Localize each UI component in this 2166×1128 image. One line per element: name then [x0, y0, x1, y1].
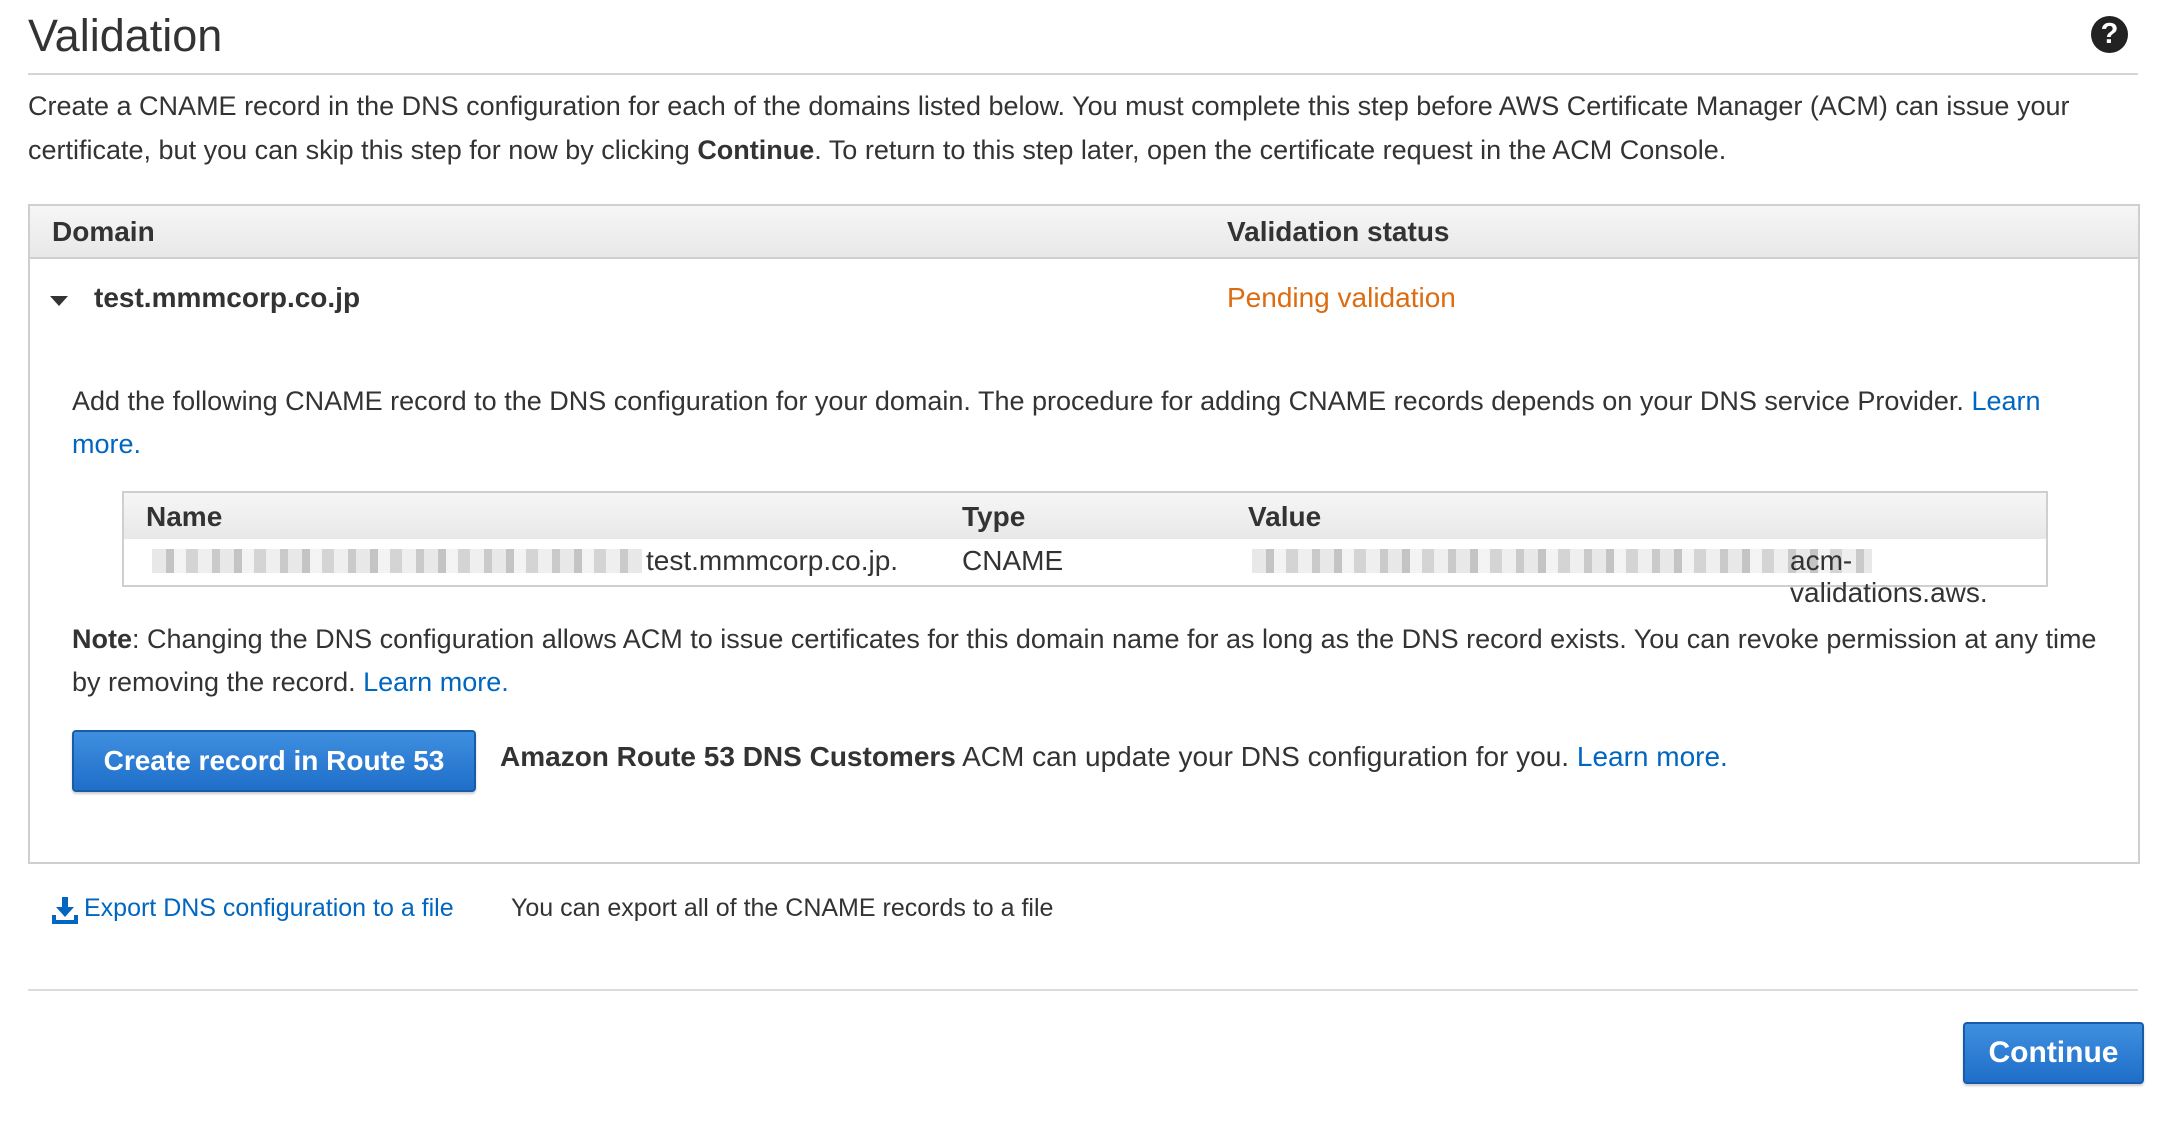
- column-header-type: Type: [962, 501, 1026, 532]
- intro-text-after: . To return to this step later, open the…: [814, 135, 1727, 165]
- route53-text: ACM can update your DNS configuration fo…: [955, 741, 1577, 772]
- redacted-value-prefix: [1252, 549, 1872, 573]
- route53-info: Amazon Route 53 DNS Customers ACM can up…: [500, 741, 1728, 773]
- intro-text: Create a CNAME record in the DNS configu…: [28, 84, 2138, 172]
- cname-type-value: CNAME: [962, 545, 1064, 576]
- download-icon[interactable]: [50, 895, 80, 925]
- export-dns-link[interactable]: Export DNS configuration to a file: [84, 894, 454, 923]
- note-learn-more-link[interactable]: Learn more.: [363, 667, 509, 697]
- column-header-validation-status: Validation status: [1227, 216, 1450, 247]
- create-record-route53-button[interactable]: Create record in Route 53: [72, 730, 476, 792]
- cname-instructions-text: Add the following CNAME record to the DN…: [72, 386, 1972, 416]
- route53-bold: Amazon Route 53 DNS Customers: [500, 741, 956, 772]
- export-description: You can export all of the CNAME records …: [511, 894, 1054, 922]
- column-header-name: Name: [146, 501, 223, 532]
- route53-learn-more-link[interactable]: Learn more.: [1577, 741, 1728, 772]
- question-circle-icon[interactable]: ?: [2091, 16, 2128, 53]
- footer-divider: [28, 989, 2138, 991]
- domain-name[interactable]: test.mmmcorp.co.jp: [94, 282, 360, 314]
- cname-name-value: test.mmmcorp.co.jp.: [646, 545, 899, 576]
- cname-table-header: Name Type Value: [124, 493, 2046, 539]
- expand-caret-icon[interactable]: [50, 296, 68, 306]
- domain-table: Domain Validation status test.mmmcorp.co…: [28, 204, 2140, 864]
- cname-value-value: acm-validations.aws.: [1790, 545, 1988, 608]
- continue-button[interactable]: Continue: [1963, 1022, 2144, 1084]
- cname-record-table: Name Type Value test.mmmcorp.co.jp. CNAM…: [122, 491, 2048, 608]
- status-badge: Pending validation: [1227, 282, 1456, 313]
- domain-table-header: Domain Validation status: [30, 206, 2138, 259]
- intro-continue-bold: Continue: [697, 135, 815, 165]
- column-header-domain: Domain: [52, 216, 155, 247]
- title-divider: [28, 73, 2138, 75]
- column-header-value: Value: [1248, 501, 1322, 532]
- cname-instructions: Add the following CNAME record to the DN…: [72, 380, 2092, 466]
- redacted-name-prefix: [152, 549, 642, 573]
- page-title: Validation: [28, 10, 223, 61]
- note-label: Note: [72, 624, 132, 654]
- dns-note: Note: Changing the DNS configuration all…: [72, 618, 2112, 704]
